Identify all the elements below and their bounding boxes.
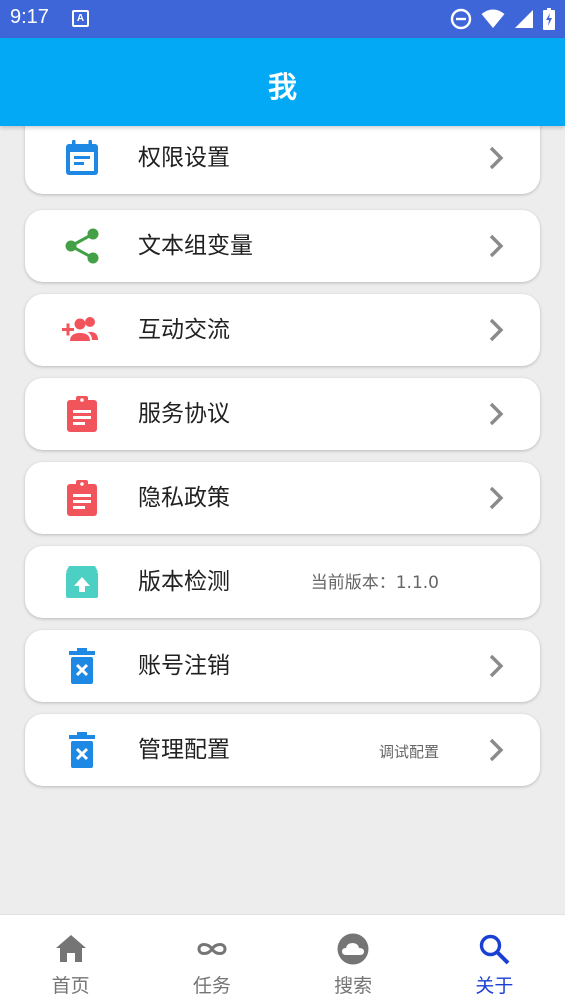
- debug-config-text: 调试配置: [378, 743, 439, 761]
- menu-item-label: 文本组变量: [138, 233, 253, 259]
- chevron-right-icon: [489, 402, 504, 426]
- current-version-text: 当前版本：1.1.0: [310, 573, 439, 593]
- battery-charging-icon: [543, 8, 555, 30]
- page-title: 我: [267, 70, 297, 104]
- nav-home[interactable]: 首页: [0, 915, 141, 1004]
- accessibility-indicator-icon: A: [72, 10, 89, 27]
- wifi-icon: [481, 9, 505, 28]
- archive-upload-icon: [63, 563, 101, 601]
- menu-item-label: 版本检测: [138, 569, 230, 595]
- menu-item-privacy-policy[interactable]: 隐私政策: [25, 462, 540, 534]
- chevron-right-icon: [489, 318, 504, 342]
- cloud-icon: [336, 932, 370, 966]
- bottom-nav: 首页 任务 搜索 关于: [0, 914, 565, 1004]
- nav-about[interactable]: 关于: [424, 915, 565, 1004]
- menu-item-label: 权限设置: [138, 145, 230, 171]
- nav-label: 任务: [192, 975, 231, 997]
- menu-item-account-deletion[interactable]: 账号注销: [25, 630, 540, 702]
- chevron-right-icon: [489, 486, 504, 510]
- nav-label: 搜索: [334, 975, 373, 997]
- menu-item-version-check[interactable]: 版本检测 当前版本：1.1.0: [25, 546, 540, 618]
- menu-item-label: 账号注销: [138, 653, 230, 679]
- clipboard-icon: [63, 479, 101, 517]
- menu-item-label: 互动交流: [138, 317, 230, 343]
- status-bar: 9:17 A: [0, 0, 565, 38]
- do-not-disturb-icon: [450, 8, 472, 30]
- chevron-right-icon: [489, 146, 504, 170]
- home-icon: [54, 932, 88, 966]
- status-time: 9:17: [10, 6, 49, 28]
- group-add-icon: [62, 311, 101, 349]
- chevron-right-icon: [489, 654, 504, 678]
- menu-item-label: 隐私政策: [138, 485, 230, 511]
- calendar-icon: [63, 139, 101, 177]
- chevron-right-icon: [489, 234, 504, 258]
- menu-item-permissions[interactable]: 权限设置: [25, 122, 540, 194]
- clipboard-icon: [63, 395, 101, 433]
- menu-item-service-agreement[interactable]: 服务协议: [25, 378, 540, 450]
- nav-search[interactable]: 搜索: [283, 915, 424, 1004]
- app-header: 我: [0, 38, 565, 126]
- infinity-icon: [195, 932, 229, 966]
- trash-icon: [63, 647, 101, 685]
- chevron-right-icon: [489, 738, 504, 762]
- nav-tasks[interactable]: 任务: [141, 915, 282, 1004]
- menu-item-admin-config[interactable]: 管理配置 调试配置: [25, 714, 540, 786]
- menu-item-label: 管理配置: [138, 737, 230, 763]
- menu-item-text-group-variables[interactable]: 文本组变量: [25, 210, 540, 282]
- trash-icon: [63, 731, 101, 769]
- share-icon: [63, 227, 101, 265]
- menu-item-label: 服务协议: [138, 401, 230, 427]
- status-icons: [450, 7, 555, 31]
- search-icon: [477, 932, 511, 966]
- nav-label: 首页: [51, 975, 90, 997]
- menu-item-interaction[interactable]: 互动交流: [25, 294, 540, 366]
- signal-icon: [515, 10, 533, 28]
- nav-label: 关于: [475, 975, 514, 997]
